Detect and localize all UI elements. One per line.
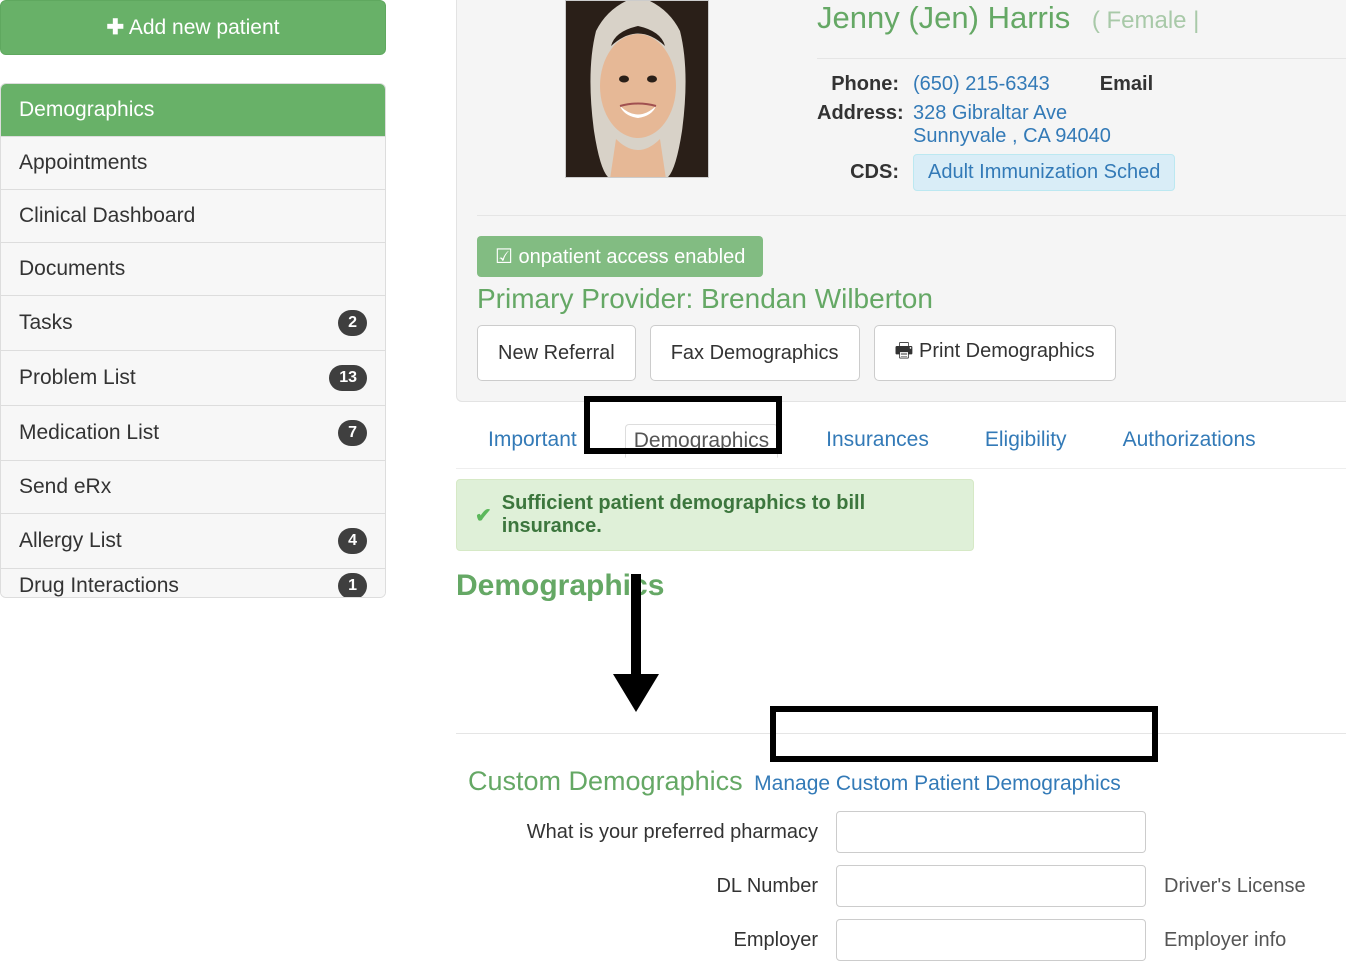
cds-badge[interactable]: Adult Immunization Sched (913, 154, 1175, 191)
address-line1[interactable]: 328 Gibraltar Ave (913, 102, 1111, 125)
demographics-section-title: Demographics (456, 569, 1346, 603)
email-label: Email (1100, 73, 1153, 96)
tab-important[interactable]: Important (480, 424, 585, 458)
tab-authorizations[interactable]: Authorizations (1115, 424, 1264, 458)
sidebar-item-clinical-dashboard[interactable]: Clinical Dashboard (1, 190, 385, 243)
patient-header: Jenny (Jen) Harris ( Female | Phone: (65… (456, 0, 1346, 402)
tab-demographics[interactable]: Demographics (625, 424, 778, 458)
sidebar-item-label: Tasks (19, 311, 73, 335)
sidebar-item-drug-interactions[interactable]: Drug Interactions 1 (1, 569, 385, 597)
alert-success: ✔ Sufficient patient demographics to bil… (456, 479, 974, 551)
new-referral-button[interactable]: New Referral (477, 325, 636, 381)
check-icon: ☑ (495, 246, 513, 268)
field-help-dl: Driver's License (1164, 875, 1306, 898)
sidebar-badge: 1 (338, 573, 367, 597)
add-patient-label: Add new patient (129, 16, 280, 39)
field-label-pharmacy: What is your preferred pharmacy (468, 821, 836, 844)
dl-number-input[interactable] (836, 865, 1146, 907)
check-icon: ✔ (475, 503, 492, 528)
print-icon: 🖶 (895, 340, 914, 362)
patient-gender: ( Female | (1092, 7, 1200, 34)
phone-link[interactable]: (650) 215-6343 (913, 73, 1050, 96)
sidebar-item-label: Appointments (19, 151, 147, 175)
sidebar-item-appointments[interactable]: Appointments (1, 137, 385, 190)
onpatient-access-badge: ☑ onpatient access enabled (477, 236, 763, 277)
sidebar-badge: 7 (338, 420, 367, 446)
phone-label: Phone: (817, 73, 913, 96)
field-label-dl: DL Number (468, 875, 836, 898)
plus-icon: ✚ (107, 16, 125, 39)
sidebar-item-send-erx[interactable]: Send eRx (1, 461, 385, 514)
sidebar-item-medication-list[interactable]: Medication List 7 (1, 406, 385, 461)
manage-custom-demographics-link[interactable]: Manage Custom Patient Demographics (754, 772, 1121, 795)
alert-text: Sufficient patient demographics to bill … (502, 492, 955, 538)
sidebar-item-label: Allergy List (19, 529, 122, 553)
sidebar-badge: 2 (338, 310, 367, 336)
address-line2[interactable]: Sunnyvale , CA 94040 (913, 125, 1111, 148)
sidebar-item-label: Problem List (19, 366, 136, 390)
sidebar-item-documents[interactable]: Documents (1, 243, 385, 296)
patient-name: Jenny (Jen) Harris (817, 0, 1070, 35)
custom-demographics-title: Custom Demographics (468, 766, 743, 796)
cds-label: CDS: (817, 161, 913, 184)
sidebar-item-problem-list[interactable]: Problem List 13 (1, 351, 385, 406)
sidebar-item-label: Clinical Dashboard (19, 204, 195, 228)
tab-eligibility[interactable]: Eligibility (977, 424, 1075, 458)
address-label: Address: (817, 102, 913, 148)
employer-input[interactable] (836, 919, 1146, 961)
add-new-patient-button[interactable]: ✚ Add new patient (0, 0, 386, 55)
sidebar-nav: Demographics Appointments Clinical Dashb… (0, 83, 386, 598)
print-demographics-button[interactable]: 🖶 Print Demographics (874, 325, 1116, 381)
fax-demographics-button[interactable]: Fax Demographics (650, 325, 860, 381)
field-help-employer: Employer info (1164, 929, 1286, 952)
primary-provider: Primary Provider: Brendan Wilberton (477, 283, 1346, 315)
sidebar-item-label: Documents (19, 257, 125, 281)
preferred-pharmacy-input[interactable] (836, 811, 1146, 853)
sidebar-item-allergy-list[interactable]: Allergy List 4 (1, 514, 385, 569)
patient-photo (565, 0, 709, 178)
sidebar-item-tasks[interactable]: Tasks 2 (1, 296, 385, 351)
sidebar-item-label: Demographics (19, 98, 154, 122)
sidebar-badge: 4 (338, 528, 367, 554)
sidebar-item-label: Drug Interactions (19, 574, 179, 597)
tab-insurances[interactable]: Insurances (818, 424, 937, 458)
sidebar-item-demographics[interactable]: Demographics (1, 84, 385, 137)
tab-bar: Important Demographics Insurances Eligib… (456, 402, 1346, 469)
field-label-employer: Employer (468, 929, 836, 952)
sidebar-badge: 13 (329, 365, 367, 391)
sidebar-item-label: Medication List (19, 421, 159, 445)
sidebar-item-label: Send eRx (19, 475, 111, 499)
